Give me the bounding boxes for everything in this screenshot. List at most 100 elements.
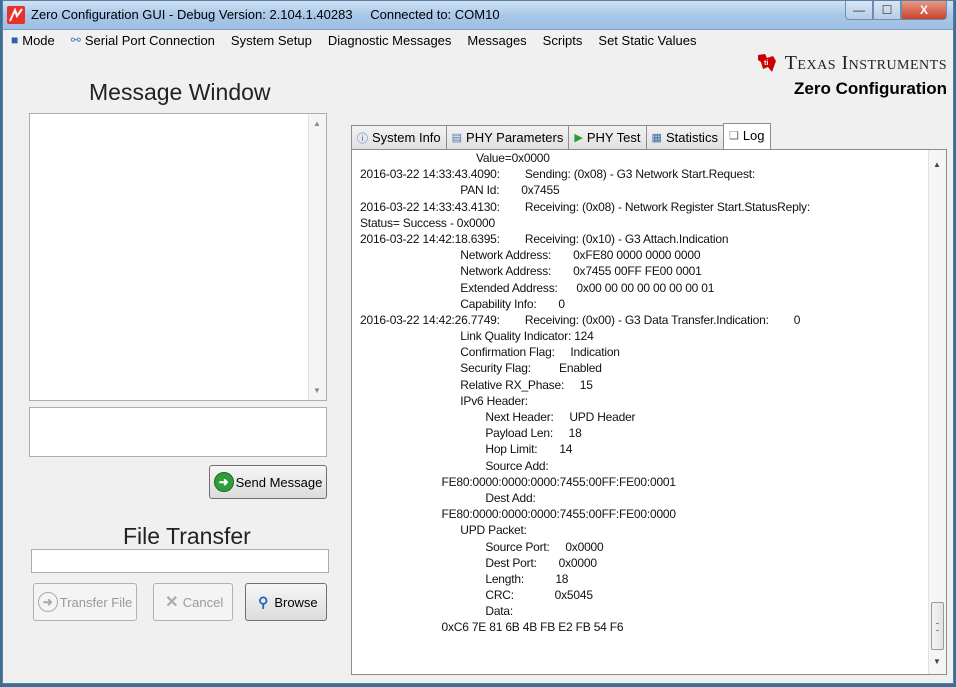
file-transfer-title: File Transfer [123, 523, 251, 549]
browse-label: Browse [274, 594, 318, 610]
browse-button[interactable]: ⚲ Browse [245, 583, 327, 621]
transfer-file-button[interactable]: ➜ Transfer File [33, 583, 137, 621]
tab-statistics[interactable]: ▦ Statistics [645, 125, 724, 149]
menu-set-static-values-label: Set Static Values [598, 32, 697, 48]
log-line: CRC: 0x5045 [360, 588, 593, 603]
scroll-up-arrow-icon[interactable]: ▲ [313, 119, 321, 128]
scroll-down-arrow-icon[interactable]: ▼ [313, 386, 321, 395]
app-logo-icon [7, 6, 25, 24]
log-line: Confirmation Flag: Indication [360, 345, 620, 360]
log-line: Source Add: [360, 458, 549, 473]
cancel-label: Cancel [182, 594, 224, 610]
window-title-text: Zero Configuration GUI - Debug Version: … [31, 7, 353, 22]
ti-company-name: Texas Instruments [784, 51, 947, 74]
tab-log-label: Log [742, 128, 765, 143]
app-window: Zero Configuration GUI - Debug Version: … [2, 0, 954, 684]
play-icon: ▶ [574, 132, 583, 144]
menu-bar: ■ Mode ⚯ Serial Port Connection System S… [3, 29, 953, 51]
menu-set-static-values[interactable]: Set Static Values [590, 33, 704, 48]
log-line: 2016-03-22 14:33:43.4130: Receiving: (0x… [360, 199, 810, 214]
maximize-button[interactable]: ☐ [873, 1, 901, 20]
close-button[interactable]: X [901, 1, 947, 20]
menu-serial-port-label: Serial Port Connection [84, 32, 215, 48]
transfer-arrow-icon: ➜ [37, 592, 58, 612]
log-line: 2016-03-22 14:42:26.7749: Receiving: (0x… [360, 312, 801, 327]
menu-diagnostic-messages-label: Diagnostic Messages [327, 32, 452, 48]
log-line: Length: 18 [360, 571, 569, 586]
scroll-grip-icon [936, 623, 939, 631]
tab-log[interactable]: ❑ Log [722, 123, 771, 149]
log-line: IPv6 Header: [360, 393, 528, 408]
menu-diagnostic-messages[interactable]: Diagnostic Messages [320, 33, 460, 48]
message-window-scrollbar[interactable]: ▲ ▼ [308, 114, 326, 400]
log-line: Capability Info: 0 [360, 296, 565, 311]
log-line: PAN Id: 0x7455 [360, 183, 560, 198]
log-panel[interactable]: Value=0x0000 2016-03-22 14:33:43.4090: Se… [351, 149, 947, 675]
tab-statistics-label: Statistics [665, 130, 718, 145]
log-line: Hop Limit: 14 [360, 442, 573, 457]
plug-icon: ⚯ [70, 33, 81, 47]
transfer-file-label: Transfer File [59, 594, 133, 610]
document-icon: ▤ [451, 132, 463, 144]
scroll-down-arrow-icon[interactable]: ▼ [933, 657, 941, 666]
menu-serial-port-connection[interactable]: ⚯ Serial Port Connection [63, 33, 223, 48]
log-scrollbar[interactable]: ▲ ▼ [928, 150, 946, 674]
log-line: Dest Add: [360, 490, 536, 505]
mode-icon: ■ [11, 33, 19, 47]
title-bar[interactable]: Zero Configuration GUI - Debug Version: … [3, 1, 953, 30]
log-line: Security Flag: Enabled [360, 361, 602, 376]
scroll-up-arrow-icon[interactable]: ▲ [933, 160, 941, 169]
tab-bar: ⓘ System Info ▤ PHY Parameters ▶ PHY Tes… [351, 123, 771, 149]
log-line: 0xC6 7E 81 6B 4B FB E2 FB 54 F6 [360, 620, 624, 635]
connection-status: Connected to: COM10 [370, 7, 500, 22]
svg-text:ti: ti [764, 60, 768, 67]
menu-messages[interactable]: Messages [459, 33, 534, 48]
log-line: 2016-03-22 14:42:18.6395: Receiving: (0x… [360, 231, 729, 246]
tab-phy-parameters[interactable]: ▤ PHY Parameters [445, 125, 570, 149]
log-line: Payload Len: 18 [360, 426, 582, 441]
tab-phy-test[interactable]: ▶ PHY Test [568, 125, 647, 149]
send-arrow-icon: ➜ [213, 472, 234, 492]
log-line: Data: [360, 604, 514, 619]
ti-logo: ti Texas Instruments [755, 51, 947, 75]
minimize-button[interactable]: — [845, 1, 873, 20]
send-message-button[interactable]: ➜ Send Message [209, 465, 327, 499]
menu-mode-label: Mode [22, 32, 55, 48]
message-window-title: Message Window [89, 79, 271, 105]
tab-phy-test-label: PHY Test [586, 130, 641, 145]
ti-logo-icon: ti [755, 51, 779, 75]
zero-configuration-label: Zero Configuration [794, 79, 947, 98]
log-icon: ❑ [728, 130, 739, 142]
message-input[interactable] [29, 407, 327, 457]
info-icon: ⓘ [357, 132, 368, 145]
log-line: Network Address: 0xFE80 0000 0000 0000 [360, 248, 701, 263]
log-line: Status= Success - 0x0000 [360, 215, 495, 230]
tab-system-info-label: System Info [372, 130, 441, 145]
cancel-button[interactable]: ✕ Cancel [153, 583, 233, 621]
tab-system-info[interactable]: ⓘ System Info [351, 125, 447, 149]
table-icon: ▦ [651, 132, 662, 144]
cancel-x-icon: ✕ [165, 594, 179, 611]
log-line: Value=0x0000 [360, 151, 550, 165]
file-path-input[interactable] [31, 549, 329, 573]
log-line: Source Port: 0x0000 [360, 539, 604, 554]
log-line: Relative RX_Phase: 15 [360, 377, 593, 392]
menu-mode[interactable]: ■ Mode [3, 33, 63, 48]
log-content: Value=0x0000 2016-03-22 14:33:43.4090: Se… [360, 150, 926, 674]
log-line: UPD Packet: [360, 523, 527, 538]
log-line: FE80:0000:0000:0000:7455:00FF:FE00:0001 [360, 474, 676, 489]
log-line: 2016-03-22 14:33:43.4090: Sending: (0x08… [360, 167, 756, 182]
log-line: FE80:0000:0000:0000:7455:00FF:FE00:0000 [360, 507, 676, 522]
menu-system-setup[interactable]: System Setup [223, 33, 320, 48]
tab-phy-parameters-label: PHY Parameters [466, 130, 564, 145]
menu-system-setup-label: System Setup [230, 32, 312, 48]
menu-scripts[interactable]: Scripts [535, 33, 591, 48]
menu-scripts-label: Scripts [542, 32, 583, 48]
window-controls: — ☐ X [845, 1, 947, 21]
menu-messages-label: Messages [467, 32, 527, 48]
message-window-area[interactable]: ▲ ▼ [29, 113, 327, 401]
send-message-label: Send Message [235, 474, 323, 490]
log-scroll-thumb[interactable] [931, 602, 944, 650]
log-line: Link Quality Indicator: 124 [360, 329, 594, 344]
log-line: Network Address: 0x7455 00FF FE00 0001 [360, 264, 702, 279]
